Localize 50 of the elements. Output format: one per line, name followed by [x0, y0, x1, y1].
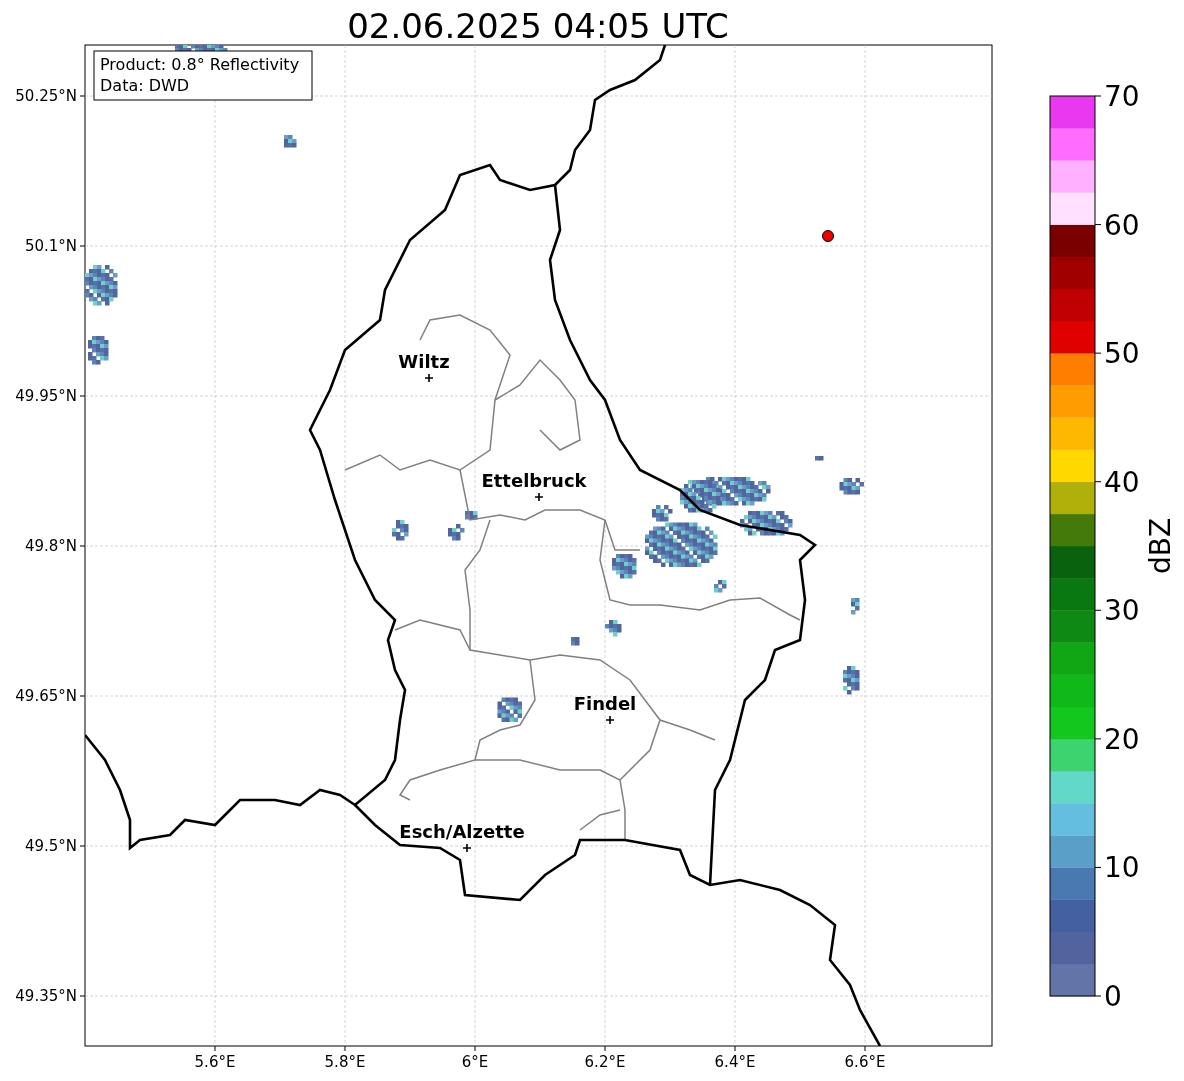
city-marker-icon: [424, 373, 434, 383]
axis-tick-label: 6.2°E: [584, 1053, 626, 1071]
axis-tick-label: 6°E: [461, 1053, 489, 1071]
radar-echo-cluster: [605, 620, 622, 637]
axis-tick-label: 50.25°N: [15, 87, 77, 105]
radar-echo-cluster: [839, 478, 864, 495]
radar-echo-cluster: [571, 637, 580, 646]
city-marker-icon: [534, 492, 544, 502]
city-label: Findel: [573, 693, 637, 714]
axis-tick-label: 49.5°N: [24, 837, 77, 855]
axis-tick-label: 6.4°E: [714, 1053, 756, 1071]
colorbar-tick-label: 60: [1104, 208, 1140, 242]
figure-title: 02.06.2025 04:05 UTC: [347, 6, 729, 46]
radar-echo-cluster: [815, 456, 824, 461]
radar-echo-cluster: [448, 524, 465, 541]
colorbar-tick-label: 20: [1104, 722, 1140, 756]
location-dot-icon: [822, 230, 834, 242]
city-marker-icon: [605, 715, 615, 725]
axis-tick-label: 49.8°N: [24, 537, 77, 555]
radar-echo-cluster: [851, 598, 860, 615]
radar-echo-cluster: [714, 580, 727, 593]
axis-tick-label: 5.6°E: [194, 1053, 236, 1071]
radar-echo-cluster: [740, 511, 793, 536]
axis-tick-label: 49.35°N: [15, 987, 77, 1005]
colorbar-tick-label: 40: [1104, 465, 1140, 499]
city-marker-icon: [462, 843, 472, 853]
info-text: Product: 0.8° Reflectivity: [100, 55, 300, 74]
radar-echo-cluster: [843, 666, 860, 695]
colorbar-tick-label: 30: [1104, 594, 1140, 628]
radar-echo-cluster: [392, 520, 409, 541]
radar-echo-cluster: [284, 135, 297, 148]
axis-tick-label: 49.65°N: [15, 687, 77, 705]
city-label: Esch/Alzette: [399, 821, 525, 842]
radar-echo-cluster: [465, 511, 478, 520]
colorbar-tick-label: 10: [1104, 851, 1140, 885]
city-label: Ettelbruck: [481, 470, 587, 491]
radar-echo-cluster: [612, 554, 637, 579]
axis-tick-label: 5.8°E: [324, 1053, 366, 1071]
axis-tick-label: 50.1°N: [24, 237, 77, 255]
radar-echo-cluster: [497, 697, 522, 722]
axis-tick-label: 49.95°N: [15, 387, 77, 405]
info-text: Data: DWD: [100, 76, 190, 95]
city-label: Wiltz: [398, 351, 450, 372]
radar-echo-cluster: [88, 336, 109, 365]
colorbar-tick-label: 50: [1104, 337, 1140, 371]
colorbar-tick-label: 70: [1104, 80, 1140, 113]
colorbar-label: dBZ: [1144, 517, 1177, 575]
colorbar-tick-label: 0: [1104, 980, 1122, 1013]
radar-echo-cluster: [85, 265, 118, 306]
axis-tick-label: 6.6°E: [844, 1053, 886, 1071]
